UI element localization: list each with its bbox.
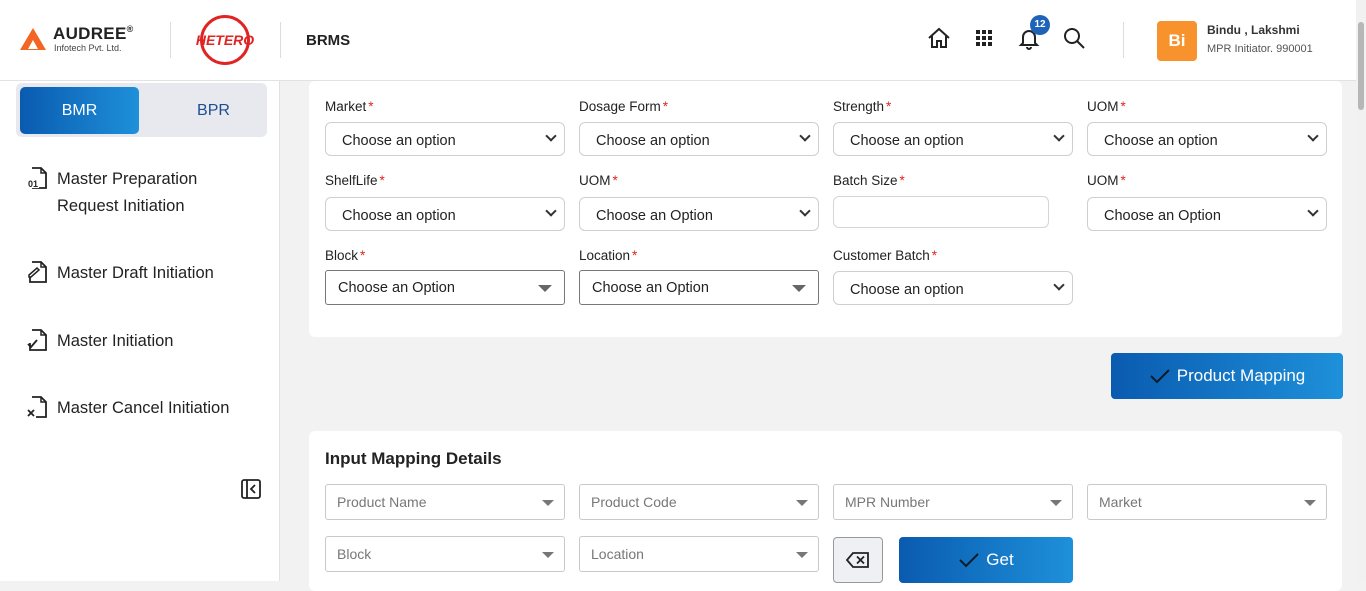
caret-down-icon — [538, 285, 552, 292]
divider — [1123, 22, 1124, 58]
avatar[interactable]: Bi — [1157, 21, 1197, 61]
app-name: BRMS — [306, 32, 351, 49]
apps-grid-icon[interactable] — [971, 25, 997, 51]
caret-down-icon — [796, 500, 808, 506]
collapse-sidebar-icon[interactable] — [240, 478, 262, 500]
batch-uom-label: UOM * — [1087, 173, 1126, 188]
product-mapping-label: Product Mapping — [1176, 366, 1306, 385]
chevron-down-icon — [1307, 130, 1319, 142]
tab-bpr[interactable]: BPR — [154, 87, 273, 134]
batch-uom-select[interactable]: Choose an Option — [1087, 197, 1327, 231]
user-name: Bindu , Lakshmi — [1207, 23, 1300, 37]
market-dropdown[interactable]: Market — [1087, 484, 1327, 520]
audree-subtitle: Infotech Pvt. Ltd. — [54, 43, 122, 53]
product-name-dropdown[interactable]: Product Name — [325, 484, 565, 520]
document-01-icon: 01 — [27, 167, 47, 189]
caret-down-icon — [792, 285, 806, 292]
uom-label: UOM * — [1087, 99, 1126, 114]
sidebar: BMR BPR 01 Master Preparation Request In… — [0, 81, 280, 581]
location-label: Location * — [579, 248, 638, 263]
backspace-icon — [846, 552, 869, 568]
clear-button[interactable] — [833, 537, 883, 583]
caret-down-icon — [542, 500, 554, 506]
sidebar-item-master-preparation-request-initiation[interactable]: 01 Master Preparation Request Initiation — [26, 166, 197, 220]
sidebar-item-master-cancel-initiation[interactable]: Master Cancel Initiation — [26, 395, 229, 422]
location-dropdown[interactable]: Location — [579, 536, 819, 572]
strength-label: Strength * — [833, 99, 892, 114]
mpr-number-dropdown[interactable]: MPR Number — [833, 484, 1073, 520]
chevron-down-icon — [799, 205, 811, 217]
user-role: MPR Initiator. 990001 — [1207, 43, 1313, 55]
chevron-down-icon — [545, 130, 557, 142]
sidebar-item-label: Master Initiation — [57, 332, 174, 350]
document-edit-icon — [28, 261, 47, 283]
top-bar: AUDREE® Infotech Pvt. Ltd. HETERO BRMS 1… — [0, 0, 1366, 81]
batch-size-input[interactable] — [833, 196, 1049, 228]
shelf-life-select[interactable]: Choose an option — [325, 197, 565, 231]
section-title: Input Mapping Details — [325, 449, 502, 468]
search-icon[interactable] — [1061, 25, 1087, 51]
chevron-down-icon — [1307, 205, 1319, 217]
caret-down-icon — [796, 552, 808, 558]
audree-logo: AUDREE® Infotech Pvt. Ltd. — [20, 24, 140, 58]
bmr-bpr-switch: BMR BPR — [16, 83, 267, 137]
location-select[interactable]: Choose an Option — [579, 270, 819, 305]
get-label: Get — [986, 550, 1014, 569]
document-cancel-icon — [27, 396, 47, 418]
sidebar-item-master-initiation[interactable]: Master Initiation — [26, 328, 173, 355]
get-button[interactable]: Get — [899, 537, 1073, 583]
divider — [280, 22, 281, 58]
sidebar-item-master-draft-initiation[interactable]: Master Draft Initiation — [26, 260, 214, 287]
product-code-dropdown[interactable]: Product Code — [579, 484, 819, 520]
audree-brand: AUDREE® — [53, 24, 134, 43]
check-icon — [959, 553, 980, 568]
page-scrollbar[interactable] — [1356, 0, 1366, 581]
notification-badge: 12 — [1030, 15, 1050, 35]
strength-select[interactable]: Choose an option — [833, 122, 1073, 156]
divider — [170, 22, 171, 58]
block-label: Block * — [325, 248, 366, 263]
block-select[interactable]: Choose an Option — [325, 270, 565, 305]
sidebar-item-label: Master Draft Initiation — [57, 264, 214, 282]
product-mapping-button[interactable]: Product Mapping — [1111, 353, 1343, 399]
scrollbar-thumb[interactable] — [1358, 22, 1364, 110]
market-label: Market * — [325, 99, 374, 114]
shelf-life-uom-select[interactable]: Choose an Option — [579, 197, 819, 231]
caret-down-icon — [1050, 500, 1062, 506]
uom-select[interactable]: Choose an option — [1087, 122, 1327, 156]
block-dropdown[interactable]: Block — [325, 536, 565, 572]
customer-batch-select[interactable]: Choose an option — [833, 271, 1073, 305]
dosage-form-label: Dosage Form * — [579, 99, 669, 114]
chevron-down-icon — [799, 130, 811, 142]
hetero-logo: HETERO — [194, 15, 256, 65]
document-check-icon — [27, 329, 47, 351]
caret-down-icon — [542, 552, 554, 558]
shelf-life-uom-label: UOM * — [579, 173, 618, 188]
sidebar-item-label: Request Initiation — [57, 197, 185, 215]
dosage-form-select[interactable]: Choose an option — [579, 122, 819, 156]
sidebar-item-label: Master Preparation — [57, 170, 198, 188]
tab-bmr[interactable]: BMR — [20, 87, 139, 134]
hetero-logo-text: HETERO — [195, 32, 255, 48]
chevron-down-icon — [1053, 279, 1065, 291]
check-icon — [1150, 369, 1170, 384]
sidebar-item-label: Master Cancel Initiation — [57, 399, 230, 417]
svg-text:01: 01 — [28, 179, 38, 189]
shelf-life-label: ShelfLife * — [325, 173, 385, 188]
batch-size-label: Batch Size * — [833, 173, 905, 188]
caret-down-icon — [1304, 500, 1316, 506]
home-icon[interactable] — [926, 25, 952, 51]
market-select[interactable]: Choose an option — [325, 122, 565, 156]
customer-batch-label: Customer Batch * — [833, 248, 938, 263]
chevron-down-icon — [545, 205, 557, 217]
chevron-down-icon — [1053, 130, 1065, 142]
